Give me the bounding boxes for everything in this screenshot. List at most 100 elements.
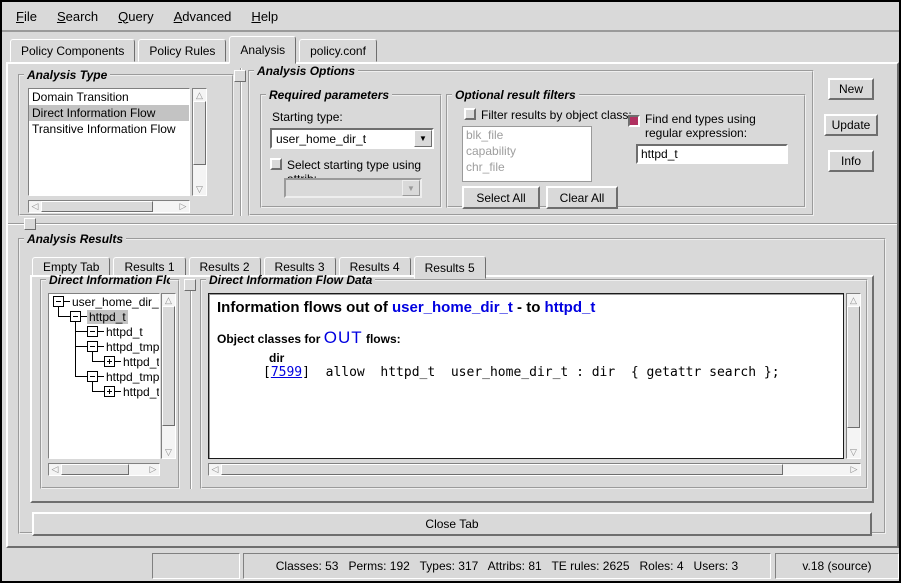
menu-query[interactable]: Query <box>116 8 155 25</box>
regex-input[interactable]: httpd_t <box>636 144 788 164</box>
tree-minus-icon[interactable] <box>87 371 98 382</box>
tree-plus-icon[interactable] <box>104 356 115 367</box>
top-pane-sash-handle[interactable] <box>234 70 246 82</box>
object-class-name: dir <box>269 351 835 365</box>
regex-checkbox-row: Find end types using regular expression: <box>628 112 796 140</box>
scroll-right-icon[interactable]: ▷ <box>177 201 189 212</box>
attrib-checkbox[interactable] <box>270 158 282 170</box>
menu-advanced[interactable]: Advanced <box>172 8 234 25</box>
flow-tree: user_home_dir_t httpd_t httpd_t httpd_tm… <box>48 293 160 459</box>
tree-node-selected[interactable]: httpd_t <box>49 309 159 324</box>
dropdown-arrow-icon: ▼ <box>402 180 420 196</box>
flow-tree-group: Direct Information Flow T user_home_dir_… <box>40 273 180 489</box>
scroll-down-icon[interactable]: ▽ <box>162 446 175 458</box>
scroll-down-icon[interactable]: ▽ <box>847 446 860 458</box>
info-button[interactable]: Info <box>828 150 874 172</box>
tree-plus-icon[interactable] <box>104 386 115 397</box>
flow-data-hscrollbar[interactable]: ◁ ▷ <box>208 463 861 476</box>
tab-policy-components[interactable]: Policy Components <box>10 39 135 62</box>
optional-result-filters-group: Optional result filters Filter results b… <box>446 88 806 208</box>
filter-by-class-checkbox[interactable] <box>464 108 476 120</box>
analysis-type-option-selected[interactable]: Direct Information Flow <box>29 105 189 121</box>
clear-all-button[interactable]: Clear All <box>546 186 618 209</box>
flow-data-text[interactable]: Information flows out of user_home_dir_t… <box>208 293 844 459</box>
optional-result-filters-label: Optional result filters <box>452 88 579 102</box>
scroll-up-icon[interactable]: △ <box>847 294 860 306</box>
flow-tree-vscrollbar[interactable]: △ ▽ <box>161 293 176 459</box>
tree-minus-icon[interactable] <box>87 341 98 352</box>
results-sash-handle[interactable] <box>24 218 36 230</box>
scrollbar-thumb[interactable] <box>162 306 175 426</box>
tree-minus-icon[interactable] <box>53 296 64 307</box>
tree-data-sash-handle[interactable] <box>184 279 196 291</box>
regex-checkbox[interactable] <box>628 115 640 127</box>
attrib-combobox-disabled: ▼ <box>284 178 422 198</box>
object-classes-line: Object classes for OUT flows: <box>217 328 835 348</box>
update-button[interactable]: Update <box>824 114 878 136</box>
scroll-right-icon[interactable]: ▷ <box>147 464 159 475</box>
flow-tree-label: Direct Information Flow T <box>46 273 170 287</box>
object-class-option: blk_file <box>463 127 591 143</box>
tree-node[interactable]: httpd_t <box>49 324 159 339</box>
analysis-results-group: Analysis Results Empty Tab Results 1 Res… <box>18 232 886 534</box>
tab-results-5[interactable]: Results 5 <box>414 256 486 279</box>
tree-minus-icon[interactable] <box>70 311 81 322</box>
tree-node[interactable]: httpd_tmp_t <box>49 339 159 354</box>
scroll-right-icon[interactable]: ▷ <box>848 464 860 475</box>
new-button[interactable]: New <box>828 78 874 100</box>
scrollbar-thumb[interactable] <box>41 201 153 212</box>
flow-data-label: Direct Information Flow Data <box>206 273 375 287</box>
close-tab-button[interactable]: Close Tab <box>32 512 872 536</box>
tab-policy-rules[interactable]: Policy Rules <box>138 39 226 62</box>
attrib-combo-value <box>286 180 402 196</box>
object-class-option: chr_file <box>463 159 591 175</box>
scroll-up-icon[interactable]: △ <box>162 294 175 306</box>
scrollbar-thumb[interactable] <box>193 101 206 165</box>
filter-by-class-row: Filter results by object class: <box>464 108 632 122</box>
required-parameters-group: Required parameters Starting type: user_… <box>260 88 442 208</box>
tab-policy-conf[interactable]: policy.conf <box>299 39 377 62</box>
dropdown-arrow-icon[interactable]: ▼ <box>414 130 432 147</box>
starting-type-value: user_home_dir_t <box>272 130 414 147</box>
scroll-left-icon[interactable]: ◁ <box>29 201 41 212</box>
flow-heading: Information flows out of user_home_dir_t… <box>217 299 835 316</box>
starting-type-combobox[interactable]: user_home_dir_t ▼ <box>270 128 434 149</box>
object-class-option: capability <box>463 143 591 159</box>
tab-analysis[interactable]: Analysis <box>229 36 296 64</box>
scrollbar-thumb[interactable] <box>221 464 783 475</box>
flow-data-vscrollbar[interactable]: △ ▽ <box>846 293 861 459</box>
regex-checkbox-label: Find end types using regular expression: <box>645 112 796 140</box>
rule-number-link[interactable]: 7599 <box>271 365 302 380</box>
flow-tree-hscrollbar[interactable]: ◁ ▷ <box>48 463 160 476</box>
scroll-down-icon[interactable]: ▽ <box>193 183 206 195</box>
analysis-type-option[interactable]: Domain Transition <box>29 89 189 105</box>
start-type-text: user_home_dir_t <box>392 299 513 316</box>
tree-node[interactable]: httpd_tmpfs_t <box>49 369 159 384</box>
apol-window: File Search Query Advanced Help Policy C… <box>0 0 901 583</box>
tree-node[interactable]: httpd_t <box>49 384 159 399</box>
required-parameters-label: Required parameters <box>266 88 392 102</box>
tree-node[interactable]: user_home_dir_t <box>49 294 159 309</box>
menu-help[interactable]: Help <box>249 8 280 25</box>
select-all-button[interactable]: Select All <box>462 186 540 209</box>
results-sash[interactable] <box>8 223 897 225</box>
menu-search[interactable]: Search <box>55 8 100 25</box>
scrollbar-thumb[interactable] <box>61 464 129 475</box>
analysis-type-label: Analysis Type <box>24 68 110 82</box>
tree-minus-icon[interactable] <box>87 326 98 337</box>
tree-node[interactable]: httpd_t <box>49 354 159 369</box>
end-type-text: httpd_t <box>545 299 596 316</box>
analysis-options-label: Analysis Options <box>254 64 358 78</box>
tree-data-sash[interactable] <box>190 279 192 489</box>
scroll-left-icon[interactable]: ◁ <box>209 464 221 475</box>
analysis-type-vscrollbar[interactable]: △ ▽ <box>192 88 207 196</box>
flow-direction-text: OUT <box>324 328 363 348</box>
top-pane-sash[interactable] <box>240 68 242 216</box>
menu-file[interactable]: File <box>14 8 39 25</box>
analysis-type-hscrollbar[interactable]: ◁ ▷ <box>28 200 190 213</box>
scrollbar-thumb[interactable] <box>847 306 860 428</box>
filter-by-class-label: Filter results by object class: <box>481 108 632 122</box>
scroll-up-icon[interactable]: △ <box>193 89 206 101</box>
scroll-left-icon[interactable]: ◁ <box>49 464 61 475</box>
analysis-type-option[interactable]: Transitive Information Flow <box>29 121 189 137</box>
